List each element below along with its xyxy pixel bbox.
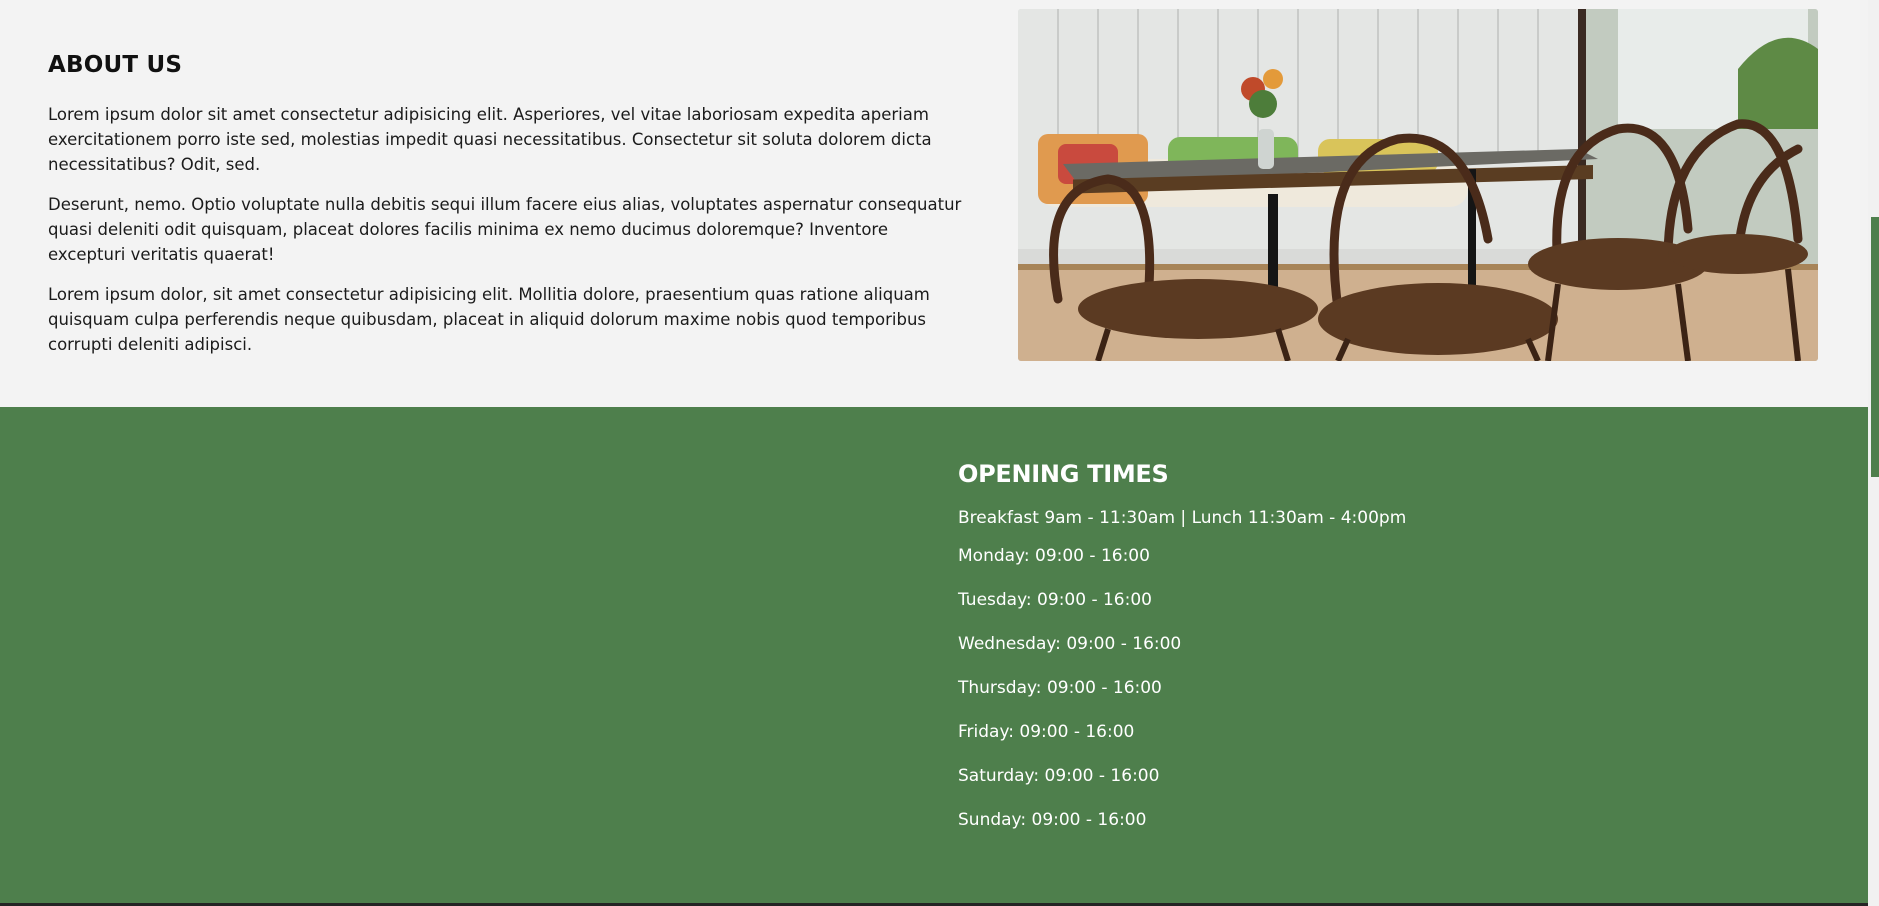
about-paragraph: Lorem ipsum dolor, sit amet consectetur …	[48, 285, 930, 354]
scrollbar-thumb[interactable]	[1871, 217, 1879, 477]
opening-times-title: OPENING TIMES	[958, 460, 1169, 488]
meal-times-summary: Breakfast 9am - 11:30am | Lunch 11:30am …	[958, 508, 1407, 528]
opening-hours-list: Monday: 09:00 - 16:00 Tuesday: 09:00 - 1…	[958, 544, 1406, 852]
about-text: ABOUT US Lorem ipsum dolor sit amet cons…	[48, 46, 963, 372]
about-section: ABOUT US Lorem ipsum dolor sit amet cons…	[0, 0, 1868, 407]
hours-sunday: Sunday: 09:00 - 16:00	[958, 810, 1147, 830]
hours-monday: Monday: 09:00 - 16:00	[958, 546, 1150, 566]
about-title: ABOUT US	[48, 52, 183, 78]
hours-wednesday: Wednesday: 09:00 - 16:00	[958, 634, 1182, 654]
cafe-interior-photo	[1018, 9, 1818, 361]
opening-times: OPENING TIMES Breakfast 9am - 11:30am | …	[958, 457, 1406, 852]
opening-times-section: OPENING TIMES Breakfast 9am - 11:30am | …	[0, 407, 1869, 904]
page-scrollbar[interactable]	[1868, 0, 1879, 906]
hours-thursday: Thursday: 09:00 - 16:00	[958, 678, 1162, 698]
hours-tuesday: Tuesday: 09:00 - 16:00	[958, 590, 1152, 610]
about-paragraph: Deserunt, nemo. Optio voluptate nulla de…	[48, 195, 962, 264]
hours-friday: Friday: 09:00 - 16:00	[958, 722, 1135, 742]
about-paragraph: Lorem ipsum dolor sit amet consectetur a…	[48, 105, 932, 174]
hours-saturday: Saturday: 09:00 - 16:00	[958, 766, 1160, 786]
